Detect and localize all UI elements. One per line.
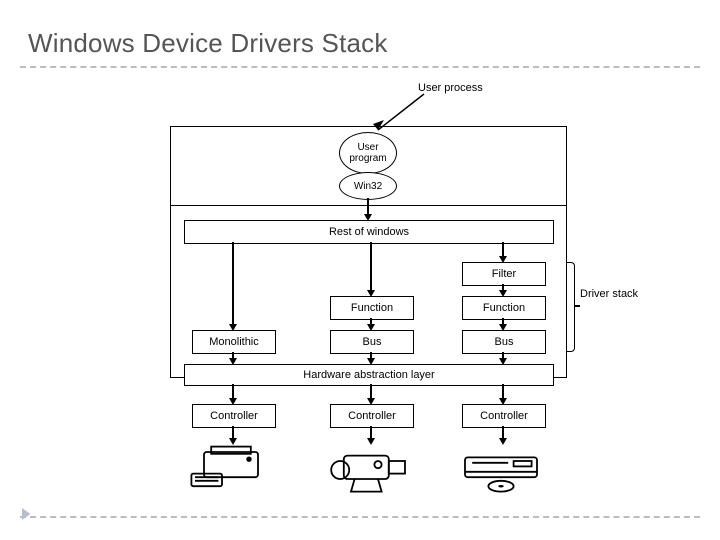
node-function-2: Function [462,296,546,320]
node-win32: Win32 [339,172,397,200]
text-ctl1: Controller [210,410,258,422]
text-hal: Hardware abstraction layer [303,369,434,381]
text-ctl2: Controller [348,410,396,422]
node-controller-3: Controller [462,404,546,428]
node-controller-2: Controller [330,404,414,428]
node-controller-1: Controller [192,404,276,428]
printer-icon [186,442,276,498]
bracket-driver-stack [566,262,576,352]
disc-drive-icon [456,442,546,498]
slide-marker-icon [22,508,34,520]
node-user-program: User program [339,132,397,174]
arrow-rest-mono [232,242,234,326]
node-monolithic: Monolithic [192,330,276,354]
camcorder-icon [324,442,414,498]
node-bus-2: Bus [462,330,546,354]
text-user-program: User program [340,142,396,164]
arrowhead [367,324,375,331]
diagram: User process User program Win32 Rest of … [140,80,610,510]
text-filter: Filter [492,268,516,280]
arrowhead [499,324,507,331]
text-mono: Monolithic [209,336,259,348]
node-bus-1: Bus [330,330,414,354]
text-fn2: Function [483,302,525,314]
text-ctl3: Controller [480,410,528,422]
node-rest-of-windows: Rest of windows [184,220,554,244]
text-rest: Rest of windows [329,226,409,238]
node-function-1: Function [330,296,414,320]
text-win32: Win32 [354,181,382,192]
text-bus1: Bus [363,336,382,348]
divider-top [20,66,700,68]
text-fn1: Function [351,302,393,314]
page-title: Windows Device Drivers Stack [28,28,388,59]
divider-bottom [20,516,700,518]
arrowhead [499,290,507,297]
node-hal: Hardware abstraction layer [184,364,554,386]
text-bus2: Bus [495,336,514,348]
arrow-rest-fn1 [370,242,372,292]
node-filter: Filter [462,262,546,286]
label-driver-stack: Driver stack [580,288,638,301]
